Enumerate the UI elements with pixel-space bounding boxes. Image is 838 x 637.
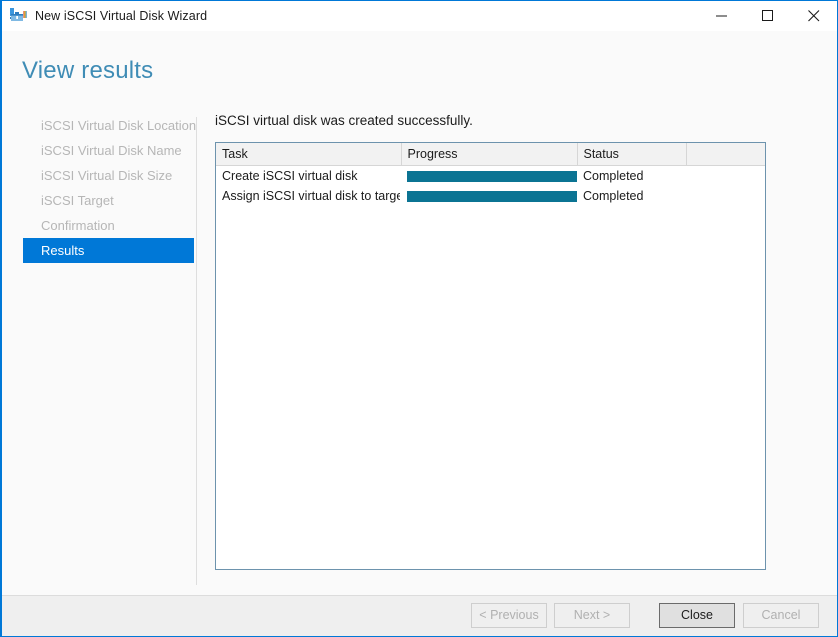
cell-status: Completed: [577, 166, 686, 187]
sidebar-item-results[interactable]: Results: [23, 238, 194, 263]
table-row[interactable]: Assign iSCSI virtual disk to target Comp…: [216, 186, 765, 206]
task-label: Create iSCSI virtual disk: [222, 169, 400, 183]
sidebar-item-confirmation[interactable]: Confirmation: [23, 213, 194, 238]
sidebar-item-iscsi-virtual-disk-size[interactable]: iSCSI Virtual Disk Size: [23, 163, 194, 188]
wizard-steps-nav: iSCSI Virtual Disk Location iSCSI Virtua…: [23, 113, 194, 263]
next-button[interactable]: Next >: [554, 603, 630, 628]
cell-blank: [686, 166, 765, 187]
cell-task: Assign iSCSI virtual disk to target: [216, 186, 401, 206]
cell-progress: [401, 186, 577, 206]
sidebar-item-iscsi-target[interactable]: iSCSI Target: [23, 188, 194, 213]
close-button[interactable]: Close: [659, 603, 735, 628]
results-table: Task Progress Status Create iSCSI virtua…: [216, 143, 765, 206]
close-icon[interactable]: [791, 1, 837, 31]
sidebar-divider: [196, 117, 197, 585]
cancel-button[interactable]: Cancel: [743, 603, 819, 628]
column-header-progress[interactable]: Progress: [401, 143, 577, 166]
cell-task: Create iSCSI virtual disk: [216, 166, 401, 187]
task-label: Assign iSCSI virtual disk to target: [222, 189, 400, 203]
cell-progress: [401, 166, 577, 187]
window-title: New iSCSI Virtual Disk Wizard: [35, 9, 207, 23]
minimize-icon[interactable]: [699, 1, 745, 31]
title-bar: New iSCSI Virtual Disk Wizard: [2, 1, 837, 31]
iscsi-wizard-icon: [9, 7, 27, 25]
wizard-footer: < Previous Next > Close Cancel: [2, 595, 837, 636]
wizard-window: New iSCSI Virtual Disk Wizard View resul…: [0, 0, 838, 637]
result-message: iSCSI virtual disk was created successfu…: [215, 113, 766, 128]
progress-bar-fill: [407, 171, 577, 182]
cell-blank: [686, 186, 765, 206]
sidebar-item-iscsi-virtual-disk-name[interactable]: iSCSI Virtual Disk Name: [23, 138, 194, 163]
column-header-blank[interactable]: [686, 143, 765, 166]
cell-status: Completed: [577, 186, 686, 206]
progress-bar: [407, 191, 577, 202]
table-header-row: Task Progress Status: [216, 143, 765, 166]
page-title: View results: [22, 57, 153, 85]
column-header-task[interactable]: Task: [216, 143, 401, 166]
column-header-status[interactable]: Status: [577, 143, 686, 166]
maximize-icon[interactable]: [745, 1, 791, 31]
wizard-content: View results iSCSI Virtual Disk Location…: [2, 31, 837, 595]
sidebar-item-iscsi-virtual-disk-location[interactable]: iSCSI Virtual Disk Location: [23, 113, 194, 138]
previous-button[interactable]: < Previous: [471, 603, 547, 628]
window-controls: [699, 1, 837, 31]
results-panel: Task Progress Status Create iSCSI virtua…: [215, 142, 766, 570]
main-panel: iSCSI virtual disk was created successfu…: [215, 113, 766, 570]
progress-bar: [407, 171, 577, 182]
table-row[interactable]: Create iSCSI virtual disk Completed: [216, 166, 765, 187]
progress-bar-fill: [407, 191, 577, 202]
